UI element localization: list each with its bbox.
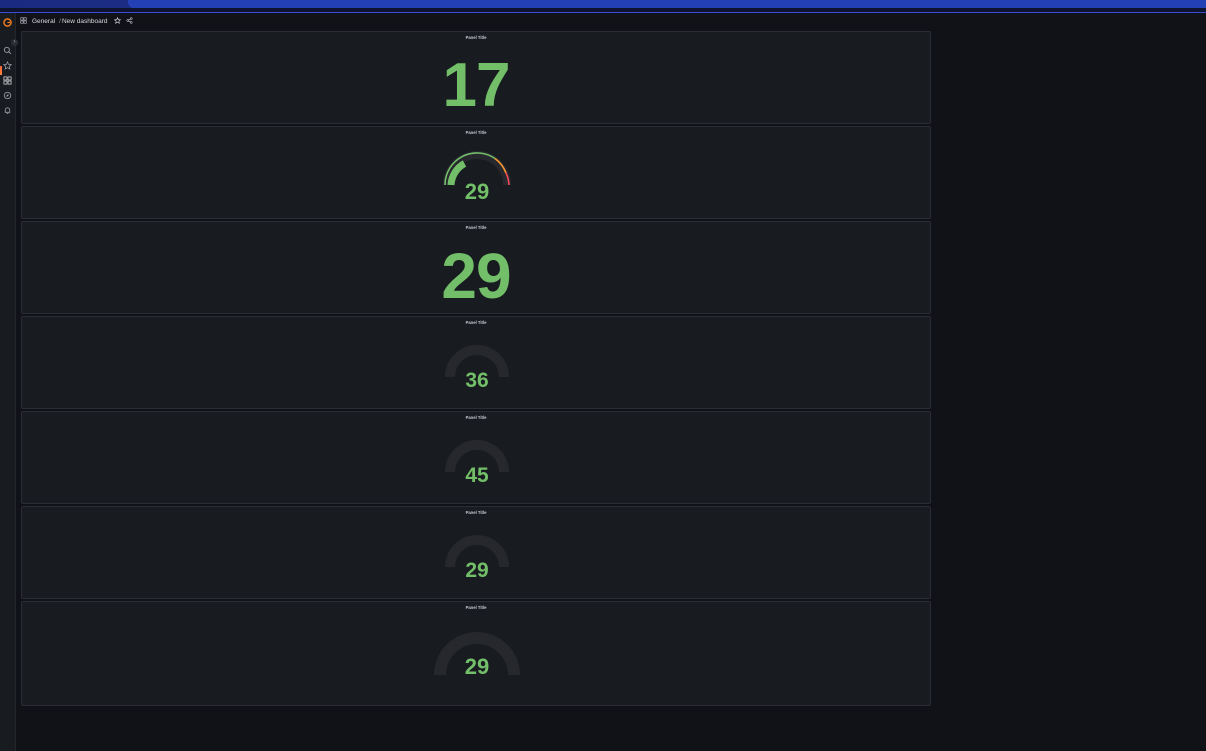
panel-gauge[interactable]: Panel Title 36 (21, 316, 931, 409)
gauge-value: 36 (465, 369, 489, 392)
breadcrumb-separator: / (59, 17, 61, 25)
grafana-logo-icon[interactable] (3, 18, 12, 27)
dashboard-header: General / New dashboard (20, 15, 134, 27)
gauge-value: 29 (465, 559, 489, 582)
panel-stat[interactable]: Panel Title 29 (21, 221, 931, 314)
gauge-value: 45 (465, 464, 489, 487)
expand-sidebar-icon[interactable]: › (11, 39, 18, 46)
share-icon[interactable] (126, 17, 134, 25)
explore-icon[interactable] (3, 91, 12, 100)
active-tab (128, 0, 1206, 8)
breadcrumb-dashboard-title[interactable]: New dashboard (62, 18, 108, 25)
gauge: 45 (441, 426, 513, 488)
active-item-indicator (0, 66, 2, 75)
gauge-value: 29 (464, 179, 490, 204)
browser-top-bar (0, 0, 1206, 13)
panel-gauge[interactable]: Panel Title 29 (21, 601, 931, 706)
star-icon[interactable] (114, 16, 122, 25)
stat-value: 29 (441, 240, 511, 312)
dashboards-icon[interactable] (3, 76, 12, 85)
alerting-bell-icon[interactable] (3, 106, 12, 115)
panel-gauge[interactable]: Panel Title 29 (21, 506, 931, 599)
panel-title[interactable]: Panel Title (22, 605, 930, 610)
panel-gauge[interactable]: Panel Title 29 (21, 126, 931, 219)
gauge: 29 (439, 139, 515, 204)
panel-title[interactable]: Panel Title (22, 35, 930, 40)
panel-title[interactable]: Panel Title (22, 225, 930, 230)
gauge: 36 (441, 331, 513, 393)
panel-gauge[interactable]: Panel Title 45 (21, 411, 931, 504)
panel-title[interactable]: Panel Title (22, 130, 930, 135)
breadcrumb-folder[interactable]: General (32, 18, 55, 25)
gauge: 29 (430, 615, 524, 695)
panel-title[interactable]: Panel Title (22, 510, 930, 515)
gauge-value: 29 (464, 654, 490, 679)
panel-title[interactable]: Panel Title (22, 320, 930, 325)
stat-value: 17 (442, 51, 511, 120)
sidebar: › (0, 13, 18, 751)
gauge: 29 (441, 521, 513, 583)
panel-title[interactable]: Panel Title (22, 415, 930, 420)
dashboards-grid-icon (20, 17, 28, 25)
star-icon[interactable] (3, 61, 12, 70)
search-icon[interactable] (3, 46, 12, 55)
panel-stat[interactable]: Panel Title 17 (21, 31, 931, 124)
